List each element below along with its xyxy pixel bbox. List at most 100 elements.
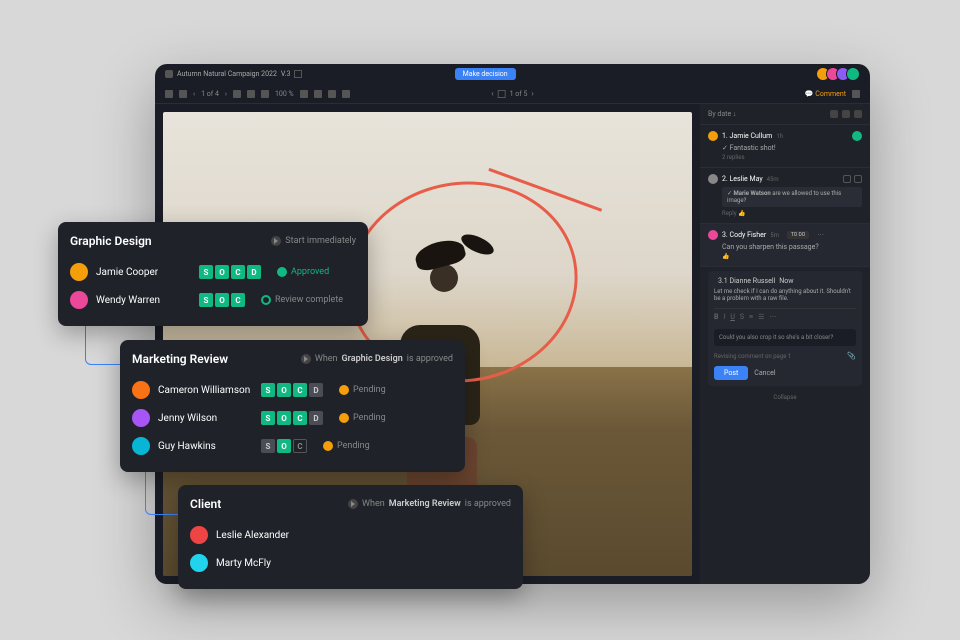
- comment-author: 2. Leslie May: [722, 175, 763, 183]
- status-approved: Approved: [277, 267, 329, 277]
- comment-item[interactable]: 2. Leslie May 45m ✓ Marie Watson are we …: [700, 168, 870, 224]
- replies-link[interactable]: 2 replies: [722, 154, 862, 161]
- reviewer-row[interactable]: Guy Hawkins SOC Pending: [132, 432, 453, 460]
- avatar: [190, 554, 208, 572]
- more-icon[interactable]: ⋯: [817, 231, 824, 239]
- zoom-out-icon[interactable]: [233, 90, 241, 98]
- prev-page-icon[interactable]: ‹: [491, 89, 493, 98]
- cancel-button[interactable]: Cancel: [754, 369, 775, 377]
- format-toolbar: B I U S ≡ ☰ ⋯: [714, 308, 856, 325]
- permission-badges[interactable]: SOC: [199, 293, 245, 307]
- comment-author: 3. Cody Fisher: [722, 231, 766, 239]
- sort-dropdown[interactable]: By date ↓: [708, 110, 736, 118]
- reply-text: Let me check if I can do anything about …: [714, 288, 856, 302]
- list-icon[interactable]: ≡: [749, 313, 753, 321]
- resolved-check-icon[interactable]: [852, 131, 862, 141]
- copy-icon[interactable]: [294, 70, 302, 78]
- reply-composer: 3.1 Dianne Russell Now Let me check if I…: [708, 271, 862, 386]
- permission-badges[interactable]: SOCD: [261, 411, 323, 425]
- comment-text: Can you sharpen this passage?: [722, 243, 862, 251]
- filter-icon[interactable]: [842, 110, 850, 118]
- permission-badges[interactable]: SOCD: [199, 265, 261, 279]
- status-complete: Review complete: [261, 295, 343, 305]
- home-icon[interactable]: [165, 70, 173, 78]
- stage-title: Graphic Design: [70, 234, 152, 248]
- comment-author: 1. Jamie Cullum: [722, 132, 772, 140]
- workflow-stage-card[interactable]: Client When Marketing Review is approved…: [178, 485, 523, 589]
- avatar: [70, 263, 88, 281]
- stage-trigger: Start immediately: [271, 236, 356, 246]
- reviewer-name: Jenny Wilson: [158, 413, 253, 424]
- numbered-list-icon[interactable]: ☰: [758, 313, 764, 321]
- action-icon[interactable]: [854, 175, 862, 183]
- stage-title: Marketing Review: [132, 352, 228, 366]
- grid-icon[interactable]: [179, 90, 187, 98]
- next-page-icon[interactable]: ›: [531, 89, 533, 98]
- avatar: [190, 526, 208, 544]
- print-icon[interactable]: [342, 90, 350, 98]
- workflow-stage-card[interactable]: Marketing Review When Graphic Design is …: [120, 340, 465, 472]
- rotate-icon[interactable]: [300, 90, 308, 98]
- status-pending: Pending: [339, 413, 386, 423]
- action-icon[interactable]: [843, 175, 851, 183]
- file-title: Autumn Natural Campaign 2022: [177, 70, 277, 78]
- breadcrumb[interactable]: Autumn Natural Campaign 2022 V.3: [165, 70, 302, 78]
- italic-icon[interactable]: I: [723, 313, 725, 321]
- comment-time: 1h: [776, 133, 783, 140]
- avatar: [132, 409, 150, 427]
- comment-item[interactable]: 1. Jamie Cullum 1h ✓ Fantastic shot! 2 r…: [700, 125, 870, 168]
- underline-icon[interactable]: U: [730, 313, 735, 321]
- nav-next-icon[interactable]: ›: [225, 90, 227, 98]
- page-thumb-icon[interactable]: [498, 90, 506, 98]
- reply-time: Now: [779, 277, 793, 285]
- notifications-icon[interactable]: [852, 90, 860, 98]
- todo-badge[interactable]: TO DO: [787, 231, 809, 239]
- more-icon[interactable]: [854, 110, 862, 118]
- reply-link[interactable]: Reply 👍: [722, 210, 862, 217]
- permission-badges[interactable]: SOCD: [261, 383, 323, 397]
- reviewer-name: Cameron Williamson: [158, 385, 253, 396]
- play-icon: [348, 499, 358, 509]
- nav-prev-icon[interactable]: ‹: [193, 90, 195, 98]
- avatar: [708, 131, 718, 141]
- reviewer-row[interactable]: Cameron Williamson SOCD Pending: [132, 376, 453, 404]
- comment-item[interactable]: 3. Cody Fisher 5m TO DO ⋯ Can you sharpe…: [700, 224, 870, 267]
- comment-button[interactable]: 💬 Comment: [805, 90, 846, 98]
- version-badge[interactable]: V.3: [281, 70, 290, 78]
- zoom-in-icon[interactable]: [261, 90, 269, 98]
- workflow-connector: [145, 470, 180, 515]
- reviewer-row[interactable]: Marty McFly: [190, 549, 511, 577]
- reviewer-row[interactable]: Jamie Cooper SOCD Approved: [70, 258, 356, 286]
- download-icon[interactable]: [328, 90, 336, 98]
- reviewer-row[interactable]: Wendy Warren SOC Review complete: [70, 286, 356, 314]
- stage-trigger: When Graphic Design is approved: [301, 354, 453, 364]
- expand-icon[interactable]: [830, 110, 838, 118]
- avatar: [70, 291, 88, 309]
- toolbar: ‹ 1 of 4 › 100 % ‹ 1 of 5 › 💬 Comment: [155, 84, 870, 104]
- collaborator-avatars[interactable]: [820, 67, 860, 81]
- more-format-icon[interactable]: ⋯: [769, 313, 776, 321]
- play-icon: [271, 236, 281, 246]
- post-button[interactable]: Post: [714, 366, 748, 380]
- stage-title: Client: [190, 497, 221, 511]
- sidebar-toggle-icon[interactable]: [165, 90, 173, 98]
- zoom-level[interactable]: 100 %: [275, 90, 294, 98]
- status-pending: Pending: [323, 441, 370, 451]
- avatar: [132, 437, 150, 455]
- bold-icon[interactable]: B: [714, 313, 718, 321]
- reply-input[interactable]: Could you also crop it so she's a bit cl…: [714, 329, 856, 346]
- zoom-fit-icon[interactable]: [247, 90, 255, 98]
- make-decision-button[interactable]: Make decision: [455, 68, 516, 80]
- tool-icon[interactable]: [314, 90, 322, 98]
- workflow-stage-card[interactable]: Graphic Design Start immediately Jamie C…: [58, 222, 368, 326]
- collapse-button[interactable]: Collapse: [700, 390, 870, 405]
- avatar[interactable]: [846, 67, 860, 81]
- reviewer-row[interactable]: Jenny Wilson SOCD Pending: [132, 404, 453, 432]
- attach-icon[interactable]: 📎: [847, 352, 856, 360]
- permission-badges[interactable]: SOC: [261, 439, 307, 453]
- like-icon[interactable]: 👍: [722, 253, 862, 260]
- strike-icon[interactable]: S: [740, 313, 744, 321]
- reviewer-row[interactable]: Leslie Alexander: [190, 521, 511, 549]
- workflow-connector: [85, 320, 120, 365]
- reviewer-name: Leslie Alexander: [216, 530, 311, 541]
